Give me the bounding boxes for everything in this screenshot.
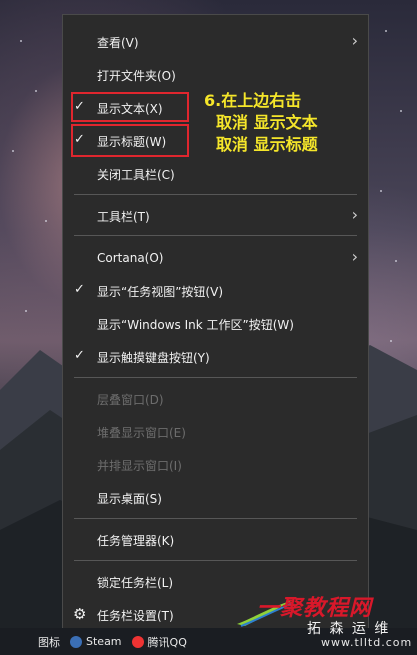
menu-item-label: 显示标题(W) bbox=[97, 134, 167, 149]
site-watermark: 一聚教程网 拓 森 运 维 www.tlltd.com bbox=[235, 590, 415, 652]
menu-separator bbox=[74, 235, 357, 236]
menu-item-label: 显示“Windows Ink 工作区”按钮(W) bbox=[97, 317, 294, 332]
menu-item-label: 任务栏设置(T) bbox=[97, 608, 174, 623]
menu-item-cascade-windows: 层叠窗口(D) bbox=[63, 384, 368, 414]
chevron-right-icon: › bbox=[351, 247, 358, 266]
menu-item-label: 打开文件夹(O) bbox=[97, 68, 176, 83]
menu-item-label: 查看(V) bbox=[97, 35, 139, 50]
taskbar-item-label: 图标 bbox=[38, 635, 60, 649]
menu-item-toolbars[interactable]: 工具栏(T) › bbox=[63, 201, 368, 231]
menu-item-label: 任务管理器(K) bbox=[97, 533, 175, 548]
checkmark-icon: ✓ bbox=[74, 282, 85, 297]
checkmark-icon: ✓ bbox=[74, 348, 85, 363]
menu-item-show-touch-keyboard[interactable]: ✓ 显示触摸键盘按钮(Y) bbox=[63, 342, 368, 372]
menu-item-label: 堆叠显示窗口(E) bbox=[97, 425, 186, 440]
chevron-right-icon: › bbox=[351, 31, 358, 50]
menu-separator bbox=[74, 518, 357, 519]
menu-separator bbox=[74, 194, 357, 195]
menu-item-label: 并排显示窗口(I) bbox=[97, 458, 182, 473]
watermark-url: www.tlltd.com bbox=[321, 636, 413, 649]
menu-item-show-windows-ink[interactable]: 显示“Windows Ink 工作区”按钮(W) bbox=[63, 309, 368, 339]
annotation-line: 取消 显示标题 bbox=[216, 135, 318, 154]
menu-item-view[interactable]: 查看(V) › bbox=[63, 27, 368, 57]
menu-item-open-folder[interactable]: 打开文件夹(O) bbox=[63, 60, 368, 90]
menu-item-task-manager[interactable]: 任务管理器(K) bbox=[63, 525, 368, 555]
annotation-line: 6.在上边右击 bbox=[204, 91, 302, 110]
menu-item-label: 层叠窗口(D) bbox=[97, 392, 164, 407]
taskbar-item-icons[interactable]: 图标 bbox=[38, 634, 60, 650]
menu-item-show-task-view[interactable]: ✓ 显示“任务视图”按钮(V) bbox=[63, 276, 368, 306]
taskbar-item-label: Steam bbox=[86, 635, 122, 648]
taskbar-item-steam[interactable]: Steam bbox=[70, 635, 122, 648]
menu-item-label: 工具栏(T) bbox=[97, 209, 150, 224]
checkmark-icon: ✓ bbox=[74, 99, 85, 114]
taskbar-item-qq[interactable]: 腾讯QQ bbox=[131, 634, 187, 650]
chevron-right-icon: › bbox=[351, 205, 358, 224]
menu-item-close-toolbar[interactable]: 关闭工具栏(C) bbox=[63, 159, 368, 189]
taskbar-item-label: 腾讯QQ bbox=[147, 635, 187, 649]
menu-item-label: 关闭工具栏(C) bbox=[97, 167, 175, 182]
menu-item-show-desktop[interactable]: 显示桌面(S) bbox=[63, 483, 368, 513]
annotation-line: 取消 显示文本 bbox=[216, 113, 318, 132]
watermark-subtitle: 拓 森 运 维 bbox=[307, 621, 391, 637]
menu-item-label: Cortana(O) bbox=[97, 251, 164, 265]
menu-item-stack-windows: 堆叠显示窗口(E) bbox=[63, 417, 368, 447]
menu-item-label: 显示文本(X) bbox=[97, 101, 163, 116]
menu-item-label: 显示桌面(S) bbox=[97, 491, 162, 506]
menu-separator bbox=[74, 377, 357, 378]
menu-item-label: 锁定任务栏(L) bbox=[97, 575, 174, 590]
menu-item-label: 显示触摸键盘按钮(Y) bbox=[97, 350, 210, 365]
qq-icon bbox=[131, 635, 144, 648]
menu-separator bbox=[74, 560, 357, 561]
menu-item-label: 显示“任务视图”按钮(V) bbox=[97, 284, 224, 299]
instruction-annotation: 6.在上边右击 取消 显示文本 取消 显示标题 bbox=[204, 90, 354, 156]
steam-icon bbox=[70, 635, 82, 648]
gear-icon: ⚙ bbox=[73, 605, 87, 623]
checkmark-icon: ✓ bbox=[74, 132, 85, 147]
menu-item-cortana[interactable]: Cortana(O) › bbox=[63, 243, 368, 273]
menu-item-side-by-side-windows: 并排显示窗口(I) bbox=[63, 450, 368, 480]
